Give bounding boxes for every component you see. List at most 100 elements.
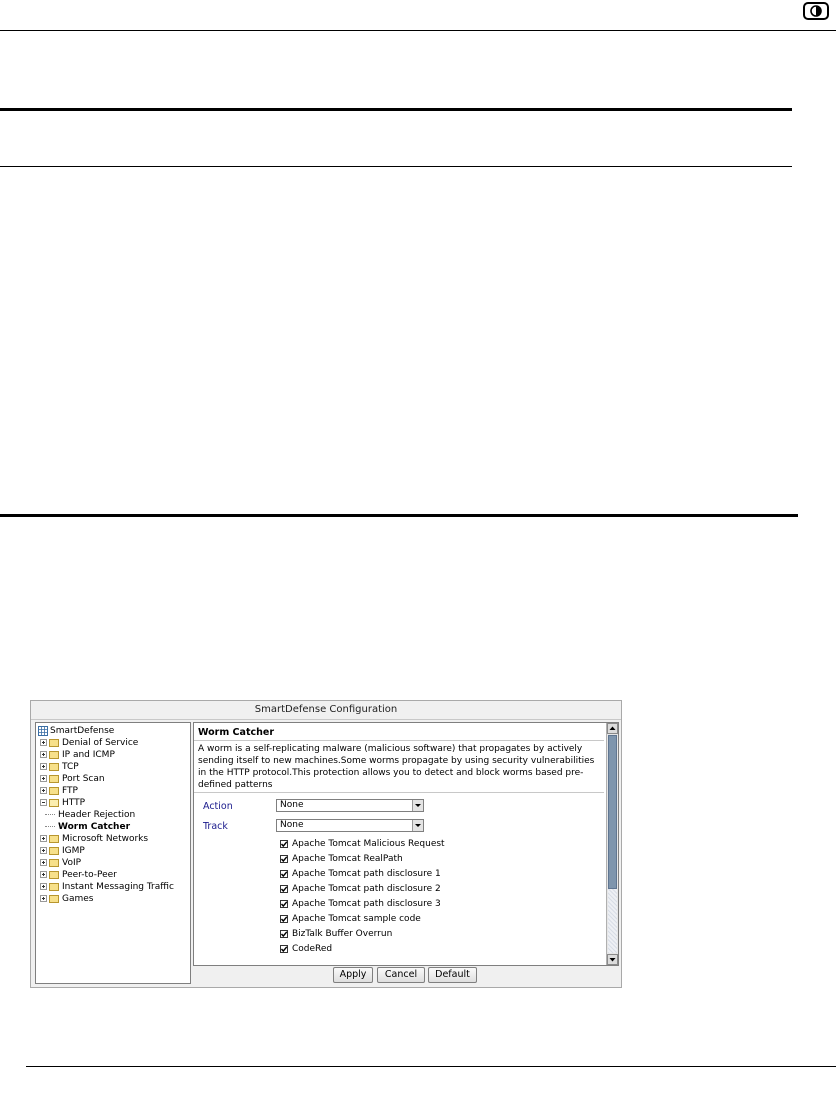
tree-item-peer-to-peer[interactable]: Peer-to-Peer bbox=[40, 869, 117, 881]
checkmark-icon bbox=[280, 945, 288, 952]
tree-item-label: Worm Catcher bbox=[58, 822, 131, 832]
folder-icon bbox=[49, 846, 59, 855]
folder-icon bbox=[49, 774, 59, 783]
protection-checkbox-row[interactable]: Apache Tomcat path disclosure 2 bbox=[280, 883, 441, 895]
folder-icon bbox=[49, 786, 59, 795]
action-select[interactable]: None bbox=[276, 799, 424, 812]
checkbox[interactable] bbox=[280, 899, 288, 908]
scroll-up-button[interactable] bbox=[607, 723, 618, 734]
tree-item-tcp[interactable]: TCP bbox=[40, 761, 79, 773]
checkmark-icon bbox=[280, 915, 288, 922]
tree-connector bbox=[45, 826, 55, 827]
protection-checkbox-row[interactable]: BizTalk Buffer Overrun bbox=[280, 928, 392, 940]
expand-icon[interactable] bbox=[40, 847, 47, 854]
section-rule-bottom bbox=[0, 514, 798, 517]
expand-icon[interactable] bbox=[40, 895, 47, 902]
checkbox[interactable] bbox=[280, 884, 288, 893]
expand-icon[interactable] bbox=[40, 763, 47, 770]
checkbox-label: CodeRed bbox=[292, 944, 333, 954]
track-select-value: None bbox=[280, 820, 304, 830]
button-bar: Apply Cancel Default bbox=[193, 967, 619, 985]
tree-item-worm-catcher[interactable]: Worm Catcher bbox=[42, 821, 130, 833]
checkbox-label: Apache Tomcat sample code bbox=[292, 914, 421, 924]
protection-checkbox-row[interactable]: CodeRed bbox=[280, 943, 332, 955]
protection-checkbox-row[interactable]: Apache Tomcat RealPath bbox=[280, 853, 403, 865]
checkmark-icon bbox=[280, 870, 288, 877]
scroll-track[interactable] bbox=[608, 889, 617, 953]
protection-checkbox-row[interactable]: Apache Tomcat path disclosure 3 bbox=[280, 898, 441, 910]
checkbox[interactable] bbox=[280, 914, 288, 923]
checkbox-label: BizTalk Buffer Overrun bbox=[292, 929, 393, 939]
tree-item-smartdefense[interactable]: SmartDefense bbox=[38, 725, 114, 737]
cancel-button[interactable]: Cancel bbox=[377, 967, 425, 983]
tree-item-label: VoIP bbox=[62, 858, 82, 868]
folder-icon bbox=[49, 894, 59, 903]
tree-item-port-scan[interactable]: Port Scan bbox=[40, 773, 105, 785]
tree-item-label: FTP bbox=[62, 786, 78, 796]
tree-item-label: Denial of Service bbox=[62, 738, 139, 748]
tree-item-label: Header Rejection bbox=[58, 810, 136, 820]
tree-item-header-rejection[interactable]: Header Rejection bbox=[42, 809, 135, 821]
tree-item-microsoft-networks[interactable]: Microsoft Networks bbox=[40, 833, 148, 845]
expand-icon[interactable] bbox=[40, 751, 47, 758]
logo-icon bbox=[803, 2, 829, 20]
folder-open-icon bbox=[49, 798, 59, 807]
tree-item-igmp[interactable]: IGMP bbox=[40, 845, 85, 857]
checkmark-icon bbox=[280, 885, 288, 892]
checkbox-label: Apache Tomcat RealPath bbox=[292, 854, 403, 864]
tree-item-games[interactable]: Games bbox=[40, 893, 93, 905]
checkbox[interactable] bbox=[280, 854, 288, 863]
expand-icon[interactable] bbox=[40, 787, 47, 794]
protection-checkbox-row[interactable]: Apache Tomcat path disclosure 1 bbox=[280, 868, 441, 880]
checkbox[interactable] bbox=[280, 839, 288, 848]
folder-icon bbox=[49, 882, 59, 891]
tree-item-ftp[interactable]: FTP bbox=[40, 785, 78, 797]
checkbox[interactable] bbox=[280, 944, 288, 953]
expand-icon[interactable] bbox=[40, 883, 47, 890]
expand-icon[interactable] bbox=[40, 739, 47, 746]
folder-icon bbox=[49, 870, 59, 879]
folder-icon bbox=[49, 762, 59, 771]
tree-item-label: TCP bbox=[62, 762, 79, 772]
tree-item-label: Games bbox=[62, 894, 94, 904]
expand-icon[interactable] bbox=[40, 871, 47, 878]
protection-checkbox-row[interactable]: Apache Tomcat Malicious Request bbox=[280, 838, 445, 850]
tree-item-instant-messaging[interactable]: Instant Messaging Traffic bbox=[40, 881, 174, 893]
checkbox[interactable] bbox=[280, 869, 288, 878]
tree-connector bbox=[45, 814, 55, 815]
track-label: Track bbox=[203, 821, 228, 832]
tree-item-http[interactable]: HTTP bbox=[40, 797, 85, 809]
scroll-down-button[interactable] bbox=[607, 954, 618, 965]
collapse-icon[interactable] bbox=[40, 799, 47, 806]
scroll-thumb[interactable] bbox=[608, 735, 617, 889]
checkbox[interactable] bbox=[280, 929, 288, 938]
protection-checkbox-row[interactable]: Apache Tomcat sample code bbox=[280, 913, 421, 925]
tree-item-voip[interactable]: VoIP bbox=[40, 857, 81, 869]
tree-item-label: IGMP bbox=[62, 846, 85, 856]
action-select-value: None bbox=[280, 800, 304, 810]
checkbox-label: Apache Tomcat path disclosure 1 bbox=[292, 869, 441, 879]
dropdown-arrow-icon[interactable] bbox=[412, 800, 423, 811]
tree-item-denial-of-service[interactable]: Denial of Service bbox=[40, 737, 138, 749]
expand-icon[interactable] bbox=[40, 835, 47, 842]
tree-item-ip-icmp[interactable]: IP and ICMP bbox=[40, 749, 115, 761]
arrow-up-icon bbox=[609, 726, 616, 730]
expand-icon[interactable] bbox=[40, 775, 47, 782]
apply-button[interactable]: Apply bbox=[333, 967, 373, 983]
header-rule bbox=[0, 30, 836, 31]
checkmark-icon bbox=[280, 930, 288, 937]
tree-item-label: Peer-to-Peer bbox=[62, 870, 117, 880]
panel-description: A worm is a self-replicating malware (ma… bbox=[198, 744, 595, 790]
checkmark-icon bbox=[280, 900, 288, 907]
folder-icon bbox=[49, 858, 59, 867]
track-select[interactable]: None bbox=[276, 819, 424, 832]
expand-icon[interactable] bbox=[40, 859, 47, 866]
dropdown-arrow-icon[interactable] bbox=[412, 820, 423, 831]
protection-tree: SmartDefense Denial of Service IP and IC… bbox=[35, 722, 191, 984]
folder-icon bbox=[49, 738, 59, 747]
checkbox-label: Apache Tomcat Malicious Request bbox=[292, 839, 445, 849]
checkmark-icon bbox=[280, 840, 288, 847]
default-button[interactable]: Default bbox=[428, 967, 477, 983]
folder-icon bbox=[49, 750, 59, 759]
vertical-scrollbar[interactable] bbox=[606, 723, 618, 965]
